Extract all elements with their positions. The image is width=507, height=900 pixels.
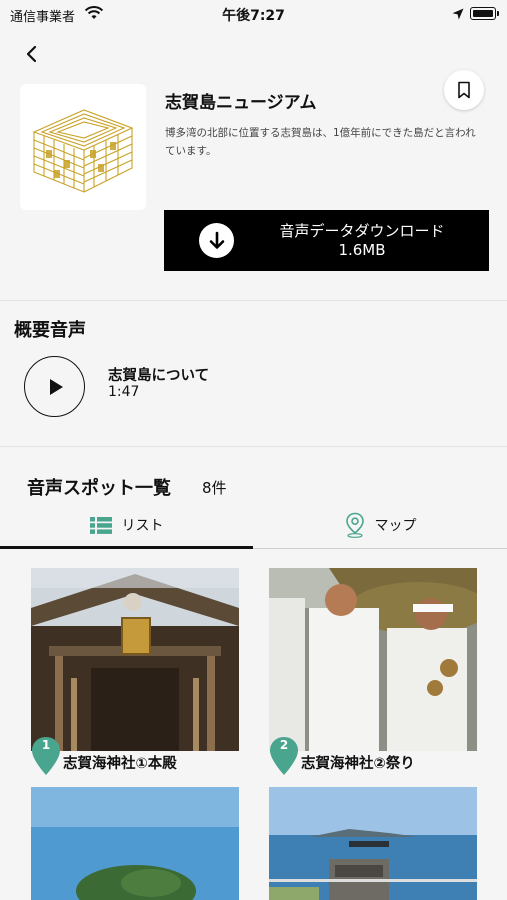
- bookmark-icon: [458, 81, 470, 99]
- spot-number: 1: [41, 738, 51, 752]
- download-icon: [199, 223, 234, 258]
- download-audio-button[interactable]: 音声データダウンロード 1.6MB: [164, 210, 489, 271]
- overview-heading: 概要音声: [14, 320, 86, 341]
- spot-name: 志賀海神社①本殿: [63, 756, 177, 772]
- museum-logo: [20, 84, 146, 210]
- tab-list-label: リスト: [121, 518, 164, 534]
- spots-heading: 音声スポット一覧: [27, 478, 171, 499]
- download-label: 音声データダウンロード: [279, 222, 445, 240]
- tab-map[interactable]: マップ: [254, 505, 507, 545]
- spot-photo: [269, 568, 477, 751]
- back-chevron-icon[interactable]: [20, 42, 44, 66]
- audio-title: 志賀島について: [108, 368, 210, 384]
- spot-card[interactable]: [31, 787, 239, 900]
- spot-photo: [31, 787, 239, 900]
- museum-description: 博多湾の北部に位置する志賀島は、1億年前にできた島だと言われています。: [165, 127, 476, 157]
- battery-icon: [470, 7, 499, 20]
- spot-number: 2: [279, 738, 289, 752]
- status-bar: 通信事業者 午後7:27: [0, 0, 507, 28]
- section-divider: [0, 446, 507, 447]
- bookmark-button[interactable]: [444, 70, 484, 110]
- audio-duration: 1:47: [108, 384, 140, 400]
- spot-photo: [31, 568, 239, 751]
- active-tab-indicator: [0, 546, 253, 549]
- location-arrow-icon: [452, 8, 464, 20]
- spots-count: 8件: [202, 479, 227, 497]
- section-divider: [0, 300, 507, 301]
- spot-name: 志賀海神社②祭り: [301, 756, 415, 772]
- map-pin-icon: [345, 512, 364, 538]
- spot-card[interactable]: 1 志賀海神社①本殿: [31, 568, 241, 776]
- clock: 午後7:27: [222, 8, 285, 24]
- list-icon: [89, 516, 112, 534]
- museum-title: 志賀島ニュージアム: [165, 93, 317, 113]
- play-icon: [49, 378, 63, 395]
- download-size: 1.6MB: [338, 241, 386, 259]
- spot-card[interactable]: [269, 787, 477, 900]
- spot-card[interactable]: 2 志賀海神社②祭り: [269, 568, 479, 776]
- tab-map-label: マップ: [374, 518, 417, 534]
- gold-seal-image: [32, 109, 134, 193]
- play-button[interactable]: [24, 356, 85, 417]
- tab-list[interactable]: リスト: [0, 505, 253, 545]
- spot-photo: [269, 787, 477, 900]
